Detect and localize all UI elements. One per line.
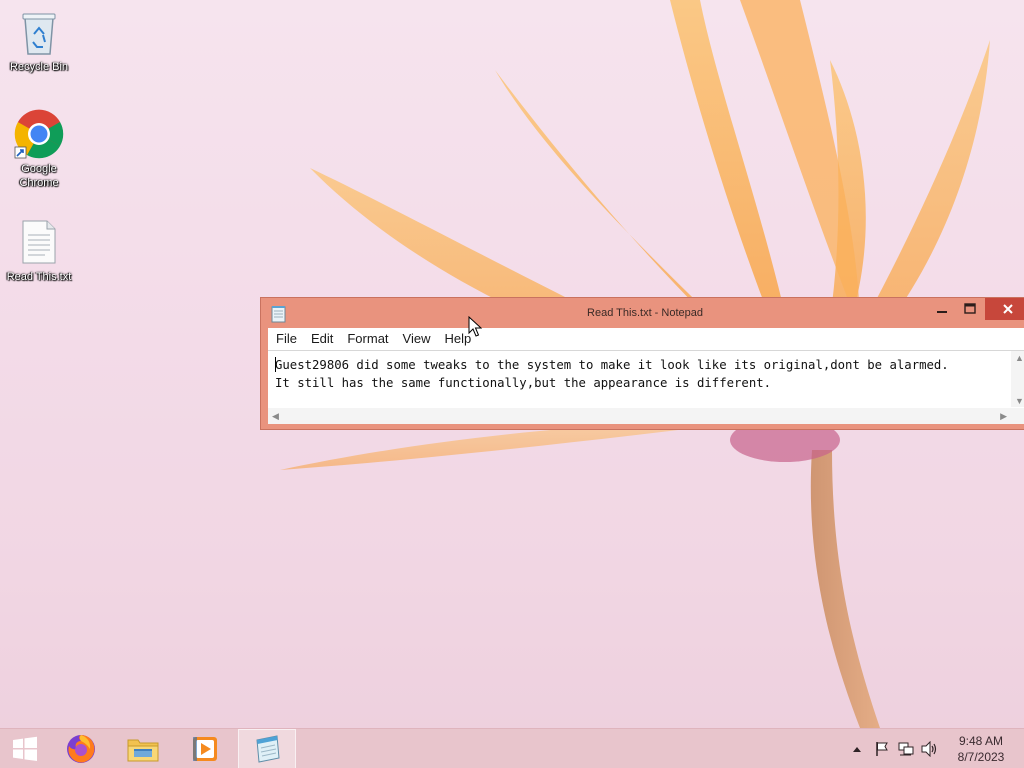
network-button[interactable] — [896, 729, 916, 768]
recycle-bin-icon — [13, 6, 65, 58]
file-explorer-icon — [127, 739, 159, 762]
mouse-cursor-icon — [468, 316, 482, 337]
horizontal-scrollbar[interactable]: ◀ ▶ — [268, 408, 1024, 424]
taskbar-firefox[interactable] — [56, 729, 106, 768]
network-icon — [898, 742, 914, 756]
notepad-client-area: File Edit Format View Help Guest29806 di… — [268, 328, 1024, 424]
action-center-button[interactable] — [872, 729, 892, 768]
menu-bar: File Edit Format View Help — [268, 328, 1024, 350]
desktop-icon-google-chrome[interactable]: Google Chrome — [4, 108, 74, 190]
taskbar-media-player[interactable] — [180, 729, 230, 768]
title-bar[interactable]: Read This.txt - Notepad — [261, 298, 1024, 328]
taskbar-notepad[interactable] — [238, 729, 296, 768]
desktop-icon-label: Google Chrome — [19, 163, 59, 189]
volume-button[interactable] — [920, 729, 940, 768]
text-line: It still has the same functionally,but t… — [275, 376, 772, 390]
desktop-icon-label: Recycle Bin — [9, 61, 69, 73]
firefox-icon — [67, 735, 95, 763]
clock-time: 9:48 AM — [958, 734, 1004, 748]
menu-view[interactable]: View — [396, 328, 438, 350]
text-file-icon — [13, 216, 65, 268]
scroll-up-icon[interactable]: ▲ — [1015, 353, 1024, 363]
media-player-icon — [193, 737, 217, 761]
action-center-flag-icon — [876, 742, 888, 756]
close-icon — [1003, 304, 1013, 314]
window-title: Read This.txt - Notepad — [587, 307, 703, 319]
system-clock[interactable]: 9:48 AM 8/7/2023 — [946, 733, 1016, 765]
close-button[interactable] — [985, 298, 1024, 320]
scroll-down-icon[interactable]: ▼ — [1015, 396, 1024, 406]
scroll-left-icon[interactable]: ◀ — [272, 411, 279, 422]
desktop-icon-read-this-txt[interactable]: Read This.txt — [4, 216, 74, 284]
start-button[interactable] — [0, 729, 50, 768]
desktop-icon-label: Read This.txt — [6, 271, 72, 283]
chrome-icon — [13, 108, 65, 160]
minimize-icon — [937, 311, 947, 313]
show-hidden-icons-button[interactable] — [848, 729, 866, 768]
show-hidden-icons-arrow — [853, 747, 861, 752]
menu-format[interactable]: Format — [340, 328, 395, 350]
vertical-scrollbar[interactable]: ▲ ▼ — [1011, 351, 1024, 407]
taskbar-file-explorer[interactable] — [118, 729, 168, 768]
text-line: Guest29806 did some tweaks to the system… — [275, 358, 949, 372]
document-text[interactable]: Guest29806 did some tweaks to the system… — [275, 356, 1010, 392]
notepad-window[interactable]: Read This.txt - Notepad File Edit Format… — [260, 297, 1024, 430]
desktop-icon-recycle-bin[interactable]: Recycle Bin — [4, 6, 74, 74]
text-editor[interactable]: Guest29806 did some tweaks to the system… — [268, 350, 1024, 424]
maximize-icon — [964, 303, 976, 314]
taskbar: 9:48 AM 8/7/2023 — [0, 728, 1024, 768]
clock-date: 8/7/2023 — [957, 750, 1005, 764]
volume-icon — [921, 741, 937, 757]
windows-start-icon — [13, 736, 37, 761]
menu-file[interactable]: File — [269, 328, 304, 350]
notepad-icon — [256, 735, 280, 763]
menu-edit[interactable]: Edit — [304, 328, 340, 350]
scroll-right-icon[interactable]: ▶ — [1000, 411, 1007, 422]
maximize-button[interactable] — [957, 298, 983, 320]
minimize-button[interactable] — [929, 298, 955, 320]
